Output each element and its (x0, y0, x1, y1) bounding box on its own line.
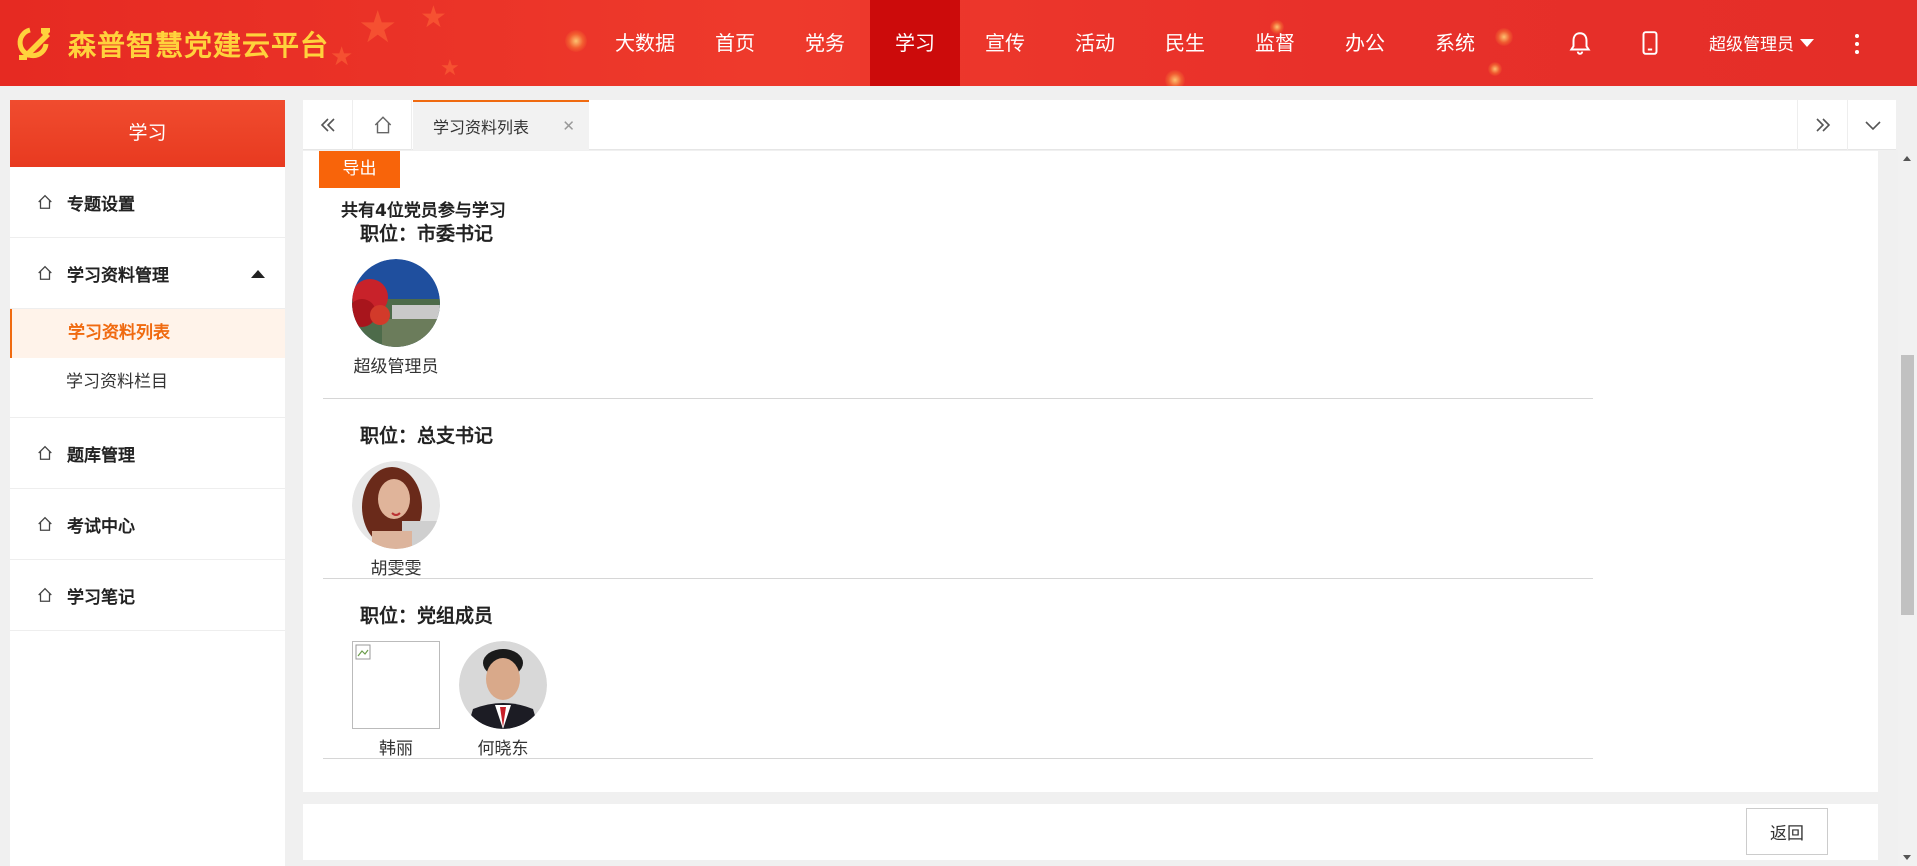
decorative-star-icon: ★ (440, 56, 460, 81)
broken-image-icon (355, 644, 371, 660)
nav-item-system[interactable]: 系统 (1410, 0, 1500, 86)
nav-item-party-affairs[interactable]: 党务 (780, 0, 870, 86)
main-nav: 大数据 首页 党务 学习 宣传 活动 民生 监督 办公 系统 (600, 0, 1500, 86)
nav-item-office[interactable]: 办公 (1320, 0, 1410, 86)
sidebar-item-label: 专题设置 (67, 194, 135, 215)
broken-image (352, 641, 440, 729)
position-title: 职位：总支书记 (360, 425, 494, 447)
user-name: 超级管理员 (1709, 35, 1794, 55)
position-section: 职位：党组成员 韩丽 何晓东 (323, 579, 1593, 759)
double-chevron-right-icon (1815, 118, 1830, 132)
member-card[interactable]: 超级管理员 (346, 259, 446, 377)
member-name: 何晓东 (477, 739, 529, 759)
bokeh-light (565, 30, 587, 52)
sidebar-item-question-bank[interactable]: 题库管理 (10, 418, 285, 489)
home-icon (38, 194, 52, 209)
back-button[interactable]: 返回 (1746, 808, 1828, 855)
home-icon (38, 445, 52, 460)
tab-label: 学习资料列表 (433, 118, 530, 137)
close-icon[interactable]: ✕ (562, 117, 575, 135)
member-card[interactable]: 胡雯雯 (346, 461, 446, 579)
nav-item-bigdata[interactable]: 大数据 (600, 0, 690, 86)
tab-options-button[interactable] (1847, 100, 1897, 150)
sidebar-item-label: 学习笔记 (67, 587, 135, 608)
action-bar: 返回 (303, 804, 1878, 860)
decorative-star-icon: ★ (358, 2, 398, 53)
scroll-tabs-right-button[interactable] (1797, 100, 1847, 150)
scroll-up-icon[interactable] (1903, 156, 1911, 161)
scroll-down-icon[interactable] (1903, 855, 1911, 860)
member-name: 超级管理员 (353, 357, 439, 377)
sidebar-item-study-notes[interactable]: 学习笔记 (10, 560, 285, 631)
decorative-star-icon: ★ (420, 0, 447, 35)
mobile-icon[interactable] (1637, 30, 1663, 56)
bell-icon[interactable] (1567, 30, 1593, 56)
sidebar-item-label: 题库管理 (67, 445, 135, 466)
caret-down-icon (1800, 38, 1814, 47)
nav-item-publicity[interactable]: 宣传 (960, 0, 1050, 86)
sidebar-subitem-study-material-list[interactable]: 学习资料列表 (10, 309, 285, 358)
member-name: 胡雯雯 (370, 559, 422, 579)
nav-item-study[interactable]: 学习 (870, 0, 960, 86)
home-icon (38, 516, 52, 531)
participant-count: 共有4位党员参与学习 (341, 201, 506, 221)
home-tab-button[interactable] (354, 100, 412, 150)
sidebar-submenu: 学习资料列表 学习资料栏目 (10, 309, 285, 418)
member-name: 韩丽 (379, 739, 413, 759)
content-panel: 导出 共有4位党员参与学习 职位：市委书记 超级管理员 职位：总支书记 胡雯雯 … (303, 151, 1878, 792)
avatar (459, 641, 547, 729)
sidebar: 学习 专题设置 学习资料管理 学习资料列表 学习资料栏目 题库管理 考试中心 学… (10, 100, 285, 866)
tab-bar: 学习资料列表 ✕ (303, 100, 1896, 150)
export-button[interactable]: 导出 (319, 151, 400, 188)
sidebar-title: 学习 (10, 100, 285, 167)
member-card[interactable]: 韩丽 (346, 641, 446, 759)
position-section: 职位：总支书记 胡雯雯 (323, 399, 1593, 579)
double-chevron-left-icon (320, 118, 335, 132)
caret-up-icon (251, 270, 265, 278)
sidebar-item-topic-settings[interactable]: 专题设置 (10, 167, 285, 238)
decorative-star-icon: ★ (330, 42, 354, 72)
tab-study-material-list[interactable]: 学习资料列表 ✕ (413, 100, 589, 150)
scrollbar-thumb[interactable] (1901, 355, 1914, 615)
user-menu[interactable]: 超级管理员 (1709, 30, 1814, 55)
home-icon (38, 265, 52, 280)
sidebar-item-label: 考试中心 (67, 516, 135, 537)
position-title: 职位：市委书记 (360, 223, 494, 245)
position-title: 职位：党组成员 (360, 605, 494, 627)
avatar (352, 259, 440, 347)
position-section: 职位：市委书记 超级管理员 (323, 219, 1593, 399)
app-title: 森普智慧党建云平台 (68, 29, 330, 62)
home-icon (374, 116, 391, 134)
scroll-tabs-left-button[interactable] (303, 100, 353, 150)
party-emblem-icon (17, 27, 50, 60)
nav-item-supervision[interactable]: 监督 (1230, 0, 1320, 86)
home-icon (38, 587, 52, 602)
sidebar-item-study-material-management[interactable]: 学习资料管理 (10, 238, 285, 309)
member-card[interactable]: 何晓东 (453, 641, 553, 759)
page-scrollbar[interactable] (1898, 150, 1917, 866)
nav-item-activities[interactable]: 活动 (1050, 0, 1140, 86)
avatar (352, 461, 440, 549)
top-header: ★ ★ ★ ★ 森普智慧党建云平台 大数据 首页 党务 学习 宣传 活动 民生 … (0, 0, 1917, 86)
nav-item-home[interactable]: 首页 (690, 0, 780, 86)
nav-item-livelihood[interactable]: 民生 (1140, 0, 1230, 86)
sidebar-item-label: 学习资料管理 (67, 265, 169, 286)
chevron-down-icon (1864, 121, 1881, 131)
sidebar-item-exam-center[interactable]: 考试中心 (10, 489, 285, 560)
more-vertical-icon[interactable] (1853, 34, 1861, 56)
sidebar-subitem-study-material-column[interactable]: 学习资料栏目 (10, 358, 285, 407)
